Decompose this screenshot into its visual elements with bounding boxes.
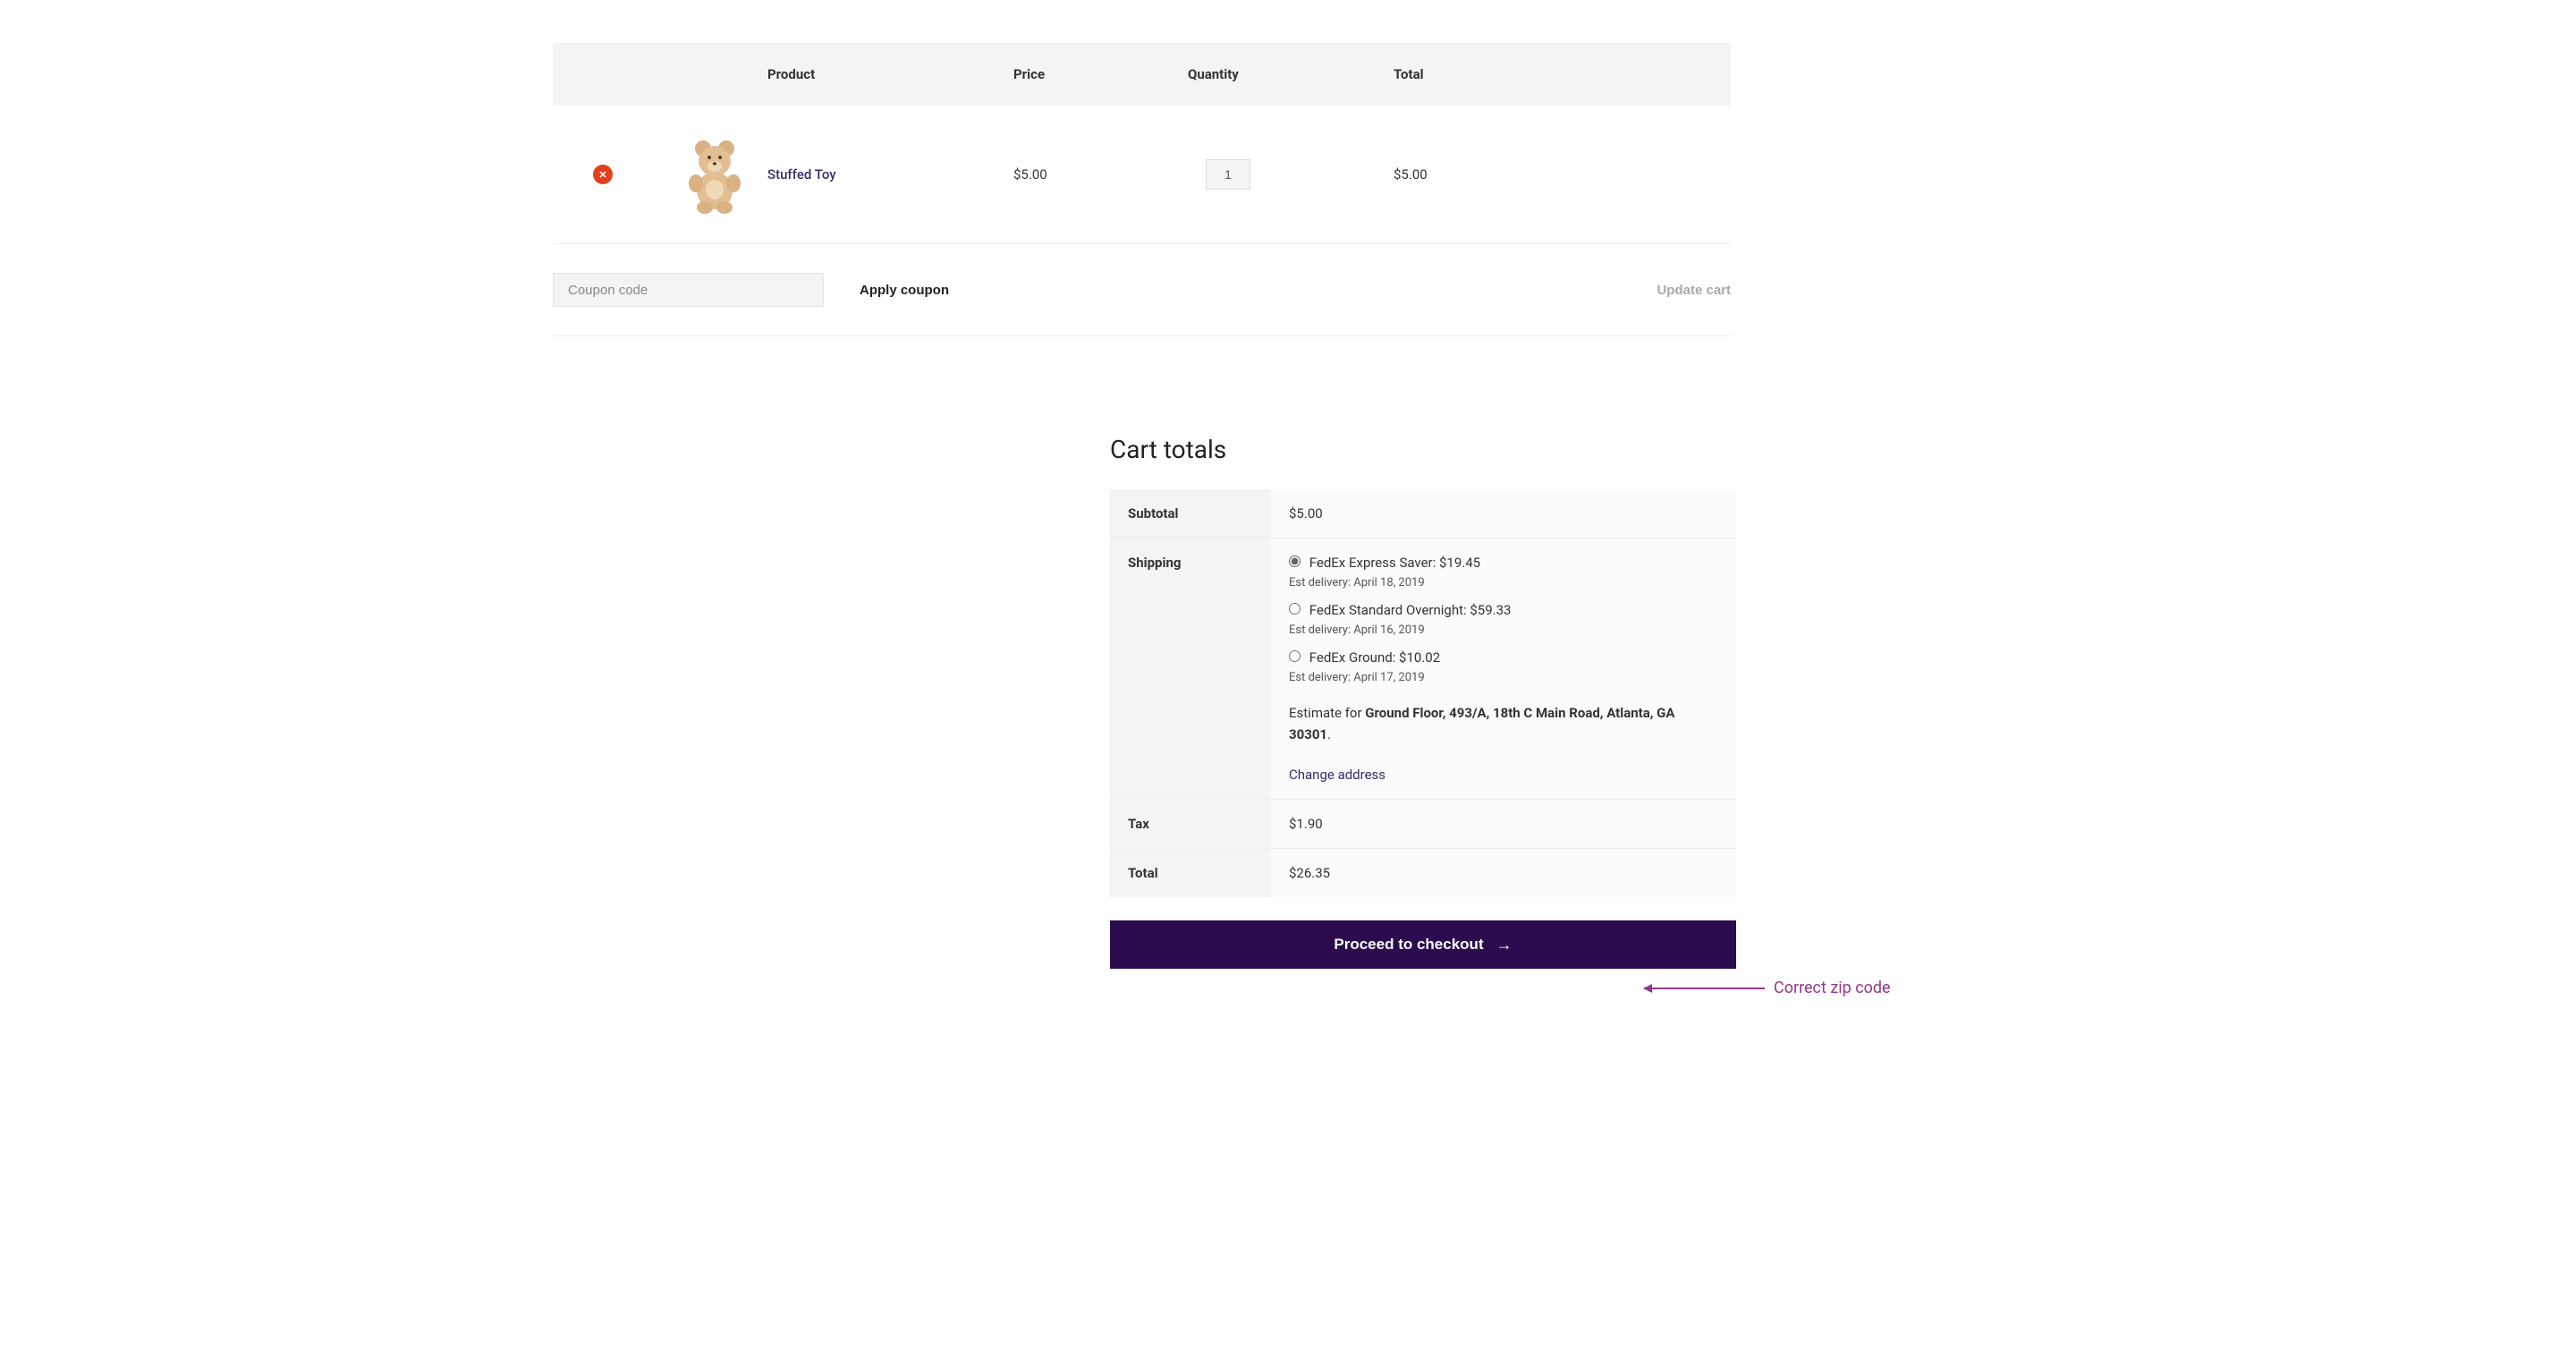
shipping-option-label[interactable]: FedEx Ground: $10.02 [1309,649,1440,666]
product-name-link[interactable]: Stuffed Toy [767,166,836,182]
shipping-label: Shipping [1110,538,1271,800]
tax-label: Tax [1110,800,1271,849]
apply-coupon-button[interactable]: Apply coupon [860,283,949,298]
cart-row: Stuffed Toy $5.00 $5.00 [553,106,1731,244]
remove-item-button[interactable] [593,165,613,184]
annotation-arrow-icon [1644,988,1765,989]
checkout-label: Proceed to checkout [1334,936,1483,954]
total-label: Total [1110,849,1271,898]
product-thumbnail[interactable] [682,134,747,215]
shipping-option-label[interactable]: FedEx Standard Overnight: $59.33 [1309,602,1512,618]
cart-totals-heading: Cart totals [1110,435,1736,464]
item-price: $5.00 [1013,106,1188,244]
tax-value: $1.90 [1271,800,1736,849]
change-address-link[interactable]: Change address [1289,767,1385,783]
est-delivery: Est delivery: April 16, 2019 [1289,623,1718,637]
shipping-option-express-saver[interactable] [1289,555,1301,567]
annotation: Correct zip code [1644,979,1891,997]
cart-totals-table: Subtotal $5.00 Shipping FedEx Express Sa… [1110,489,1736,897]
header-total: Total [1394,43,1731,106]
subtotal-label: Subtotal [1110,489,1271,538]
shipping-options: FedEx Express Saver: $19.45 Est delivery… [1289,555,1718,684]
coupon-code-input[interactable] [553,273,824,307]
shipping-option-label[interactable]: FedEx Express Saver: $19.45 [1309,555,1480,571]
proceed-to-checkout-button[interactable]: Proceed to checkout → [1110,920,1736,969]
est-delivery: Est delivery: April 17, 2019 [1289,671,1718,684]
subtotal-value: $5.00 [1271,489,1736,538]
quantity-input[interactable] [1206,159,1250,190]
est-delivery: Est delivery: April 18, 2019 [1289,576,1718,589]
shipping-estimate: Estimate for Ground Floor, 493/A, 18th C… [1289,702,1718,745]
total-value: $26.35 [1271,849,1736,898]
arrow-right-icon: → [1496,936,1513,954]
shipping-option-ground[interactable] [1289,650,1301,662]
annotation-text: Correct zip code [1774,979,1891,997]
item-line-total: $5.00 [1394,106,1731,244]
header-price: Price [1013,43,1188,106]
shipping-option-standard-overnight[interactable] [1289,603,1301,615]
update-cart-button[interactable]: Update cart [1657,283,1731,298]
header-quantity: Quantity [1188,43,1394,106]
header-product: Product [767,43,1013,106]
cart-table: Product Price Quantity Total [553,43,1731,336]
teddy-bear-icon [683,134,746,215]
estimate-prefix: Estimate for [1289,705,1365,721]
